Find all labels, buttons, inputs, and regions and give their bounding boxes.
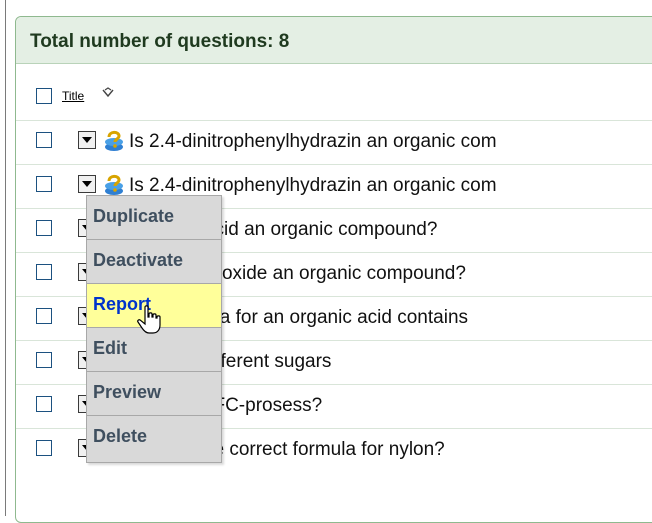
- menu-item-label: Edit: [93, 338, 127, 358]
- panel-header: Total number of questions: 8: [16, 17, 652, 64]
- row-menu-dropdown[interactable]: [78, 175, 96, 193]
- column-header-row: Title: [16, 77, 652, 121]
- window-edge: [5, 0, 6, 516]
- menu-item-delete[interactable]: Delete: [87, 416, 221, 460]
- select-all-checkbox[interactable]: [36, 88, 52, 104]
- row-checkbox[interactable]: [36, 264, 52, 280]
- question-type-icon: [105, 174, 123, 195]
- question-title[interactable]: Is 2.4-dinitrophenylhydrazin an organic …: [129, 131, 497, 153]
- menu-item-label: Preview: [93, 382, 162, 402]
- question-type-icon: [105, 130, 123, 151]
- row-checkbox[interactable]: [36, 220, 52, 236]
- menu-item-label: Deactivate: [93, 250, 184, 270]
- row-checkbox[interactable]: [36, 352, 52, 368]
- table-row: Is 2.4-dinitrophenylhydrazin an organic …: [16, 121, 652, 165]
- question-title[interactable]: Is 2.4-dinitrophenylhydrazin an organic …: [129, 175, 497, 197]
- hand-cursor-icon: [137, 305, 161, 334]
- row-menu-dropdown[interactable]: [78, 131, 96, 149]
- menu-item-preview[interactable]: Preview: [87, 372, 221, 416]
- row-checkbox[interactable]: [36, 396, 52, 412]
- row-checkbox[interactable]: [36, 176, 52, 192]
- menu-item-deactivate[interactable]: Deactivate: [87, 240, 221, 284]
- row-checkbox[interactable]: [36, 308, 52, 324]
- menu-item-label: Delete: [93, 426, 148, 446]
- row-checkbox[interactable]: [36, 440, 52, 456]
- sort-icon[interactable]: [100, 86, 116, 102]
- menu-item-duplicate[interactable]: Duplicate: [87, 196, 221, 240]
- title-column-header[interactable]: Title: [62, 89, 84, 103]
- question-count-title: Total number of questions: 8: [30, 31, 290, 52]
- row-checkbox[interactable]: [36, 132, 52, 148]
- menu-item-label: Duplicate: [93, 206, 175, 226]
